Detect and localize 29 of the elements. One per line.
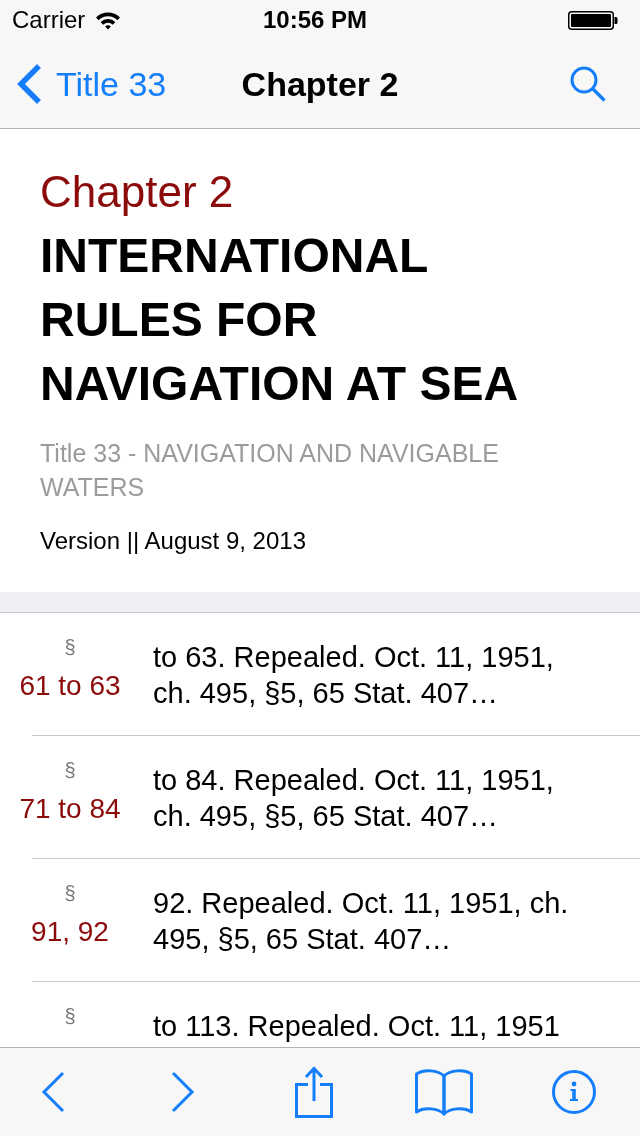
status-time: 10:56 PM [262, 6, 368, 34]
section-number: 71 to 84 [19, 792, 121, 826]
book-icon [413, 1068, 474, 1116]
section-summary: to 113. Repealed. Oct. 11, 1951 [153, 1009, 561, 1044]
chapter-label: Chapter 2 [40, 166, 235, 218]
carrier-label: Carrier [12, 6, 86, 34]
title-subtitle: Title 33 - NAVIGATION AND NAVIGABLE WATERS [40, 438, 500, 503]
chevron-right-icon [171, 1071, 196, 1113]
section-sign: § [64, 1004, 76, 1028]
chevron-left-icon [41, 1071, 65, 1113]
nav-title: Chapter 2 [241, 64, 399, 104]
info-icon [552, 1070, 596, 1114]
section-summary: to 63. Repealed. Oct. 11, 1951, ch. 495, §5, 65 Stat. 407… [153, 640, 555, 711]
wifi-icon [95, 10, 122, 30]
section-sign: § [64, 635, 76, 659]
section-sign: § [64, 758, 76, 782]
share-icon [294, 1066, 333, 1118]
section-number: 61 to 63 [19, 669, 121, 703]
back-button[interactable]: Title 33 [0, 63, 167, 105]
search-icon [570, 66, 606, 102]
section-summary: 92. Repealed. Oct. 11, 1951, ch. 495, §5, 65 Stat. 407… [153, 886, 570, 957]
chapter-title: INTERNATIONAL RULES FOR NAVIGATION AT SEA [40, 228, 520, 412]
section-summary: to 84. Repealed. Oct. 11, 1951, ch. 495, §5, 65 Stat. 407… [153, 763, 555, 834]
search-button[interactable] [570, 66, 606, 102]
version-text: Version || August 9, 2013 [40, 526, 307, 556]
section-number: 91, 92 [31, 915, 109, 949]
chevron-left-icon [16, 63, 42, 105]
section-sign: § [64, 881, 76, 905]
battery-icon [568, 10, 618, 30]
